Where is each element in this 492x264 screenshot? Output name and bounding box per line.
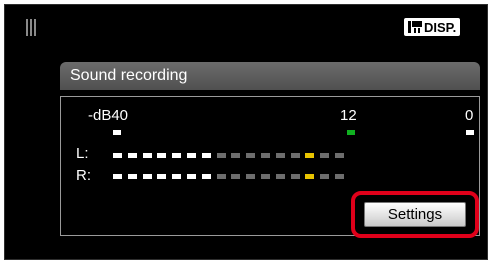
meter-segment bbox=[305, 174, 315, 179]
meter-segment bbox=[187, 174, 196, 179]
scale-marker-0 bbox=[466, 130, 474, 135]
right-channel-label: R: bbox=[76, 167, 91, 184]
disp-label: DISP. bbox=[424, 19, 457, 35]
meter-segment bbox=[127, 153, 137, 158]
meter-segment bbox=[142, 174, 152, 179]
meter-segment bbox=[187, 153, 196, 158]
meter-segment bbox=[201, 174, 211, 179]
meter-segment bbox=[246, 153, 256, 158]
meter-segment bbox=[290, 174, 300, 179]
meter-segment bbox=[275, 153, 285, 158]
meter-segment bbox=[335, 174, 344, 179]
mode-bars-icon bbox=[26, 19, 40, 36]
meter-segment bbox=[127, 174, 137, 179]
meter-segment bbox=[113, 174, 122, 179]
meter-segment bbox=[231, 153, 241, 158]
disp-button[interactable]: DISP. bbox=[404, 18, 461, 36]
meter-segment bbox=[290, 153, 300, 158]
movie-camera-icon bbox=[408, 21, 422, 33]
meter-segment bbox=[246, 174, 256, 179]
scale-12-label: 12 bbox=[340, 107, 357, 124]
meter-segment bbox=[113, 153, 122, 158]
scale-marker-40 bbox=[113, 130, 121, 135]
meter-segment bbox=[320, 153, 330, 158]
left-channel-label: L: bbox=[76, 145, 89, 162]
settings-highlight-outline bbox=[351, 191, 479, 238]
meter-segment bbox=[157, 174, 167, 179]
meter-segment bbox=[261, 153, 270, 158]
scale-marker-12 bbox=[347, 130, 355, 135]
meter-segment bbox=[335, 153, 344, 158]
meter-segment bbox=[201, 153, 211, 158]
panel-title: Sound recording bbox=[60, 62, 480, 90]
scale-db-label: -dB40 bbox=[88, 107, 129, 124]
meter-segment bbox=[216, 153, 226, 158]
scale-0-label: 0 bbox=[465, 107, 474, 124]
meter-segment bbox=[305, 153, 315, 158]
meter-segment bbox=[231, 174, 241, 179]
meter-segment bbox=[275, 174, 285, 179]
meter-segment bbox=[172, 153, 182, 158]
meter-segment bbox=[216, 174, 226, 179]
meter-segment bbox=[157, 153, 167, 158]
meter-segment bbox=[142, 153, 152, 158]
meter-segment bbox=[320, 174, 330, 179]
meter-segment bbox=[172, 174, 182, 179]
meter-segment bbox=[261, 174, 270, 179]
